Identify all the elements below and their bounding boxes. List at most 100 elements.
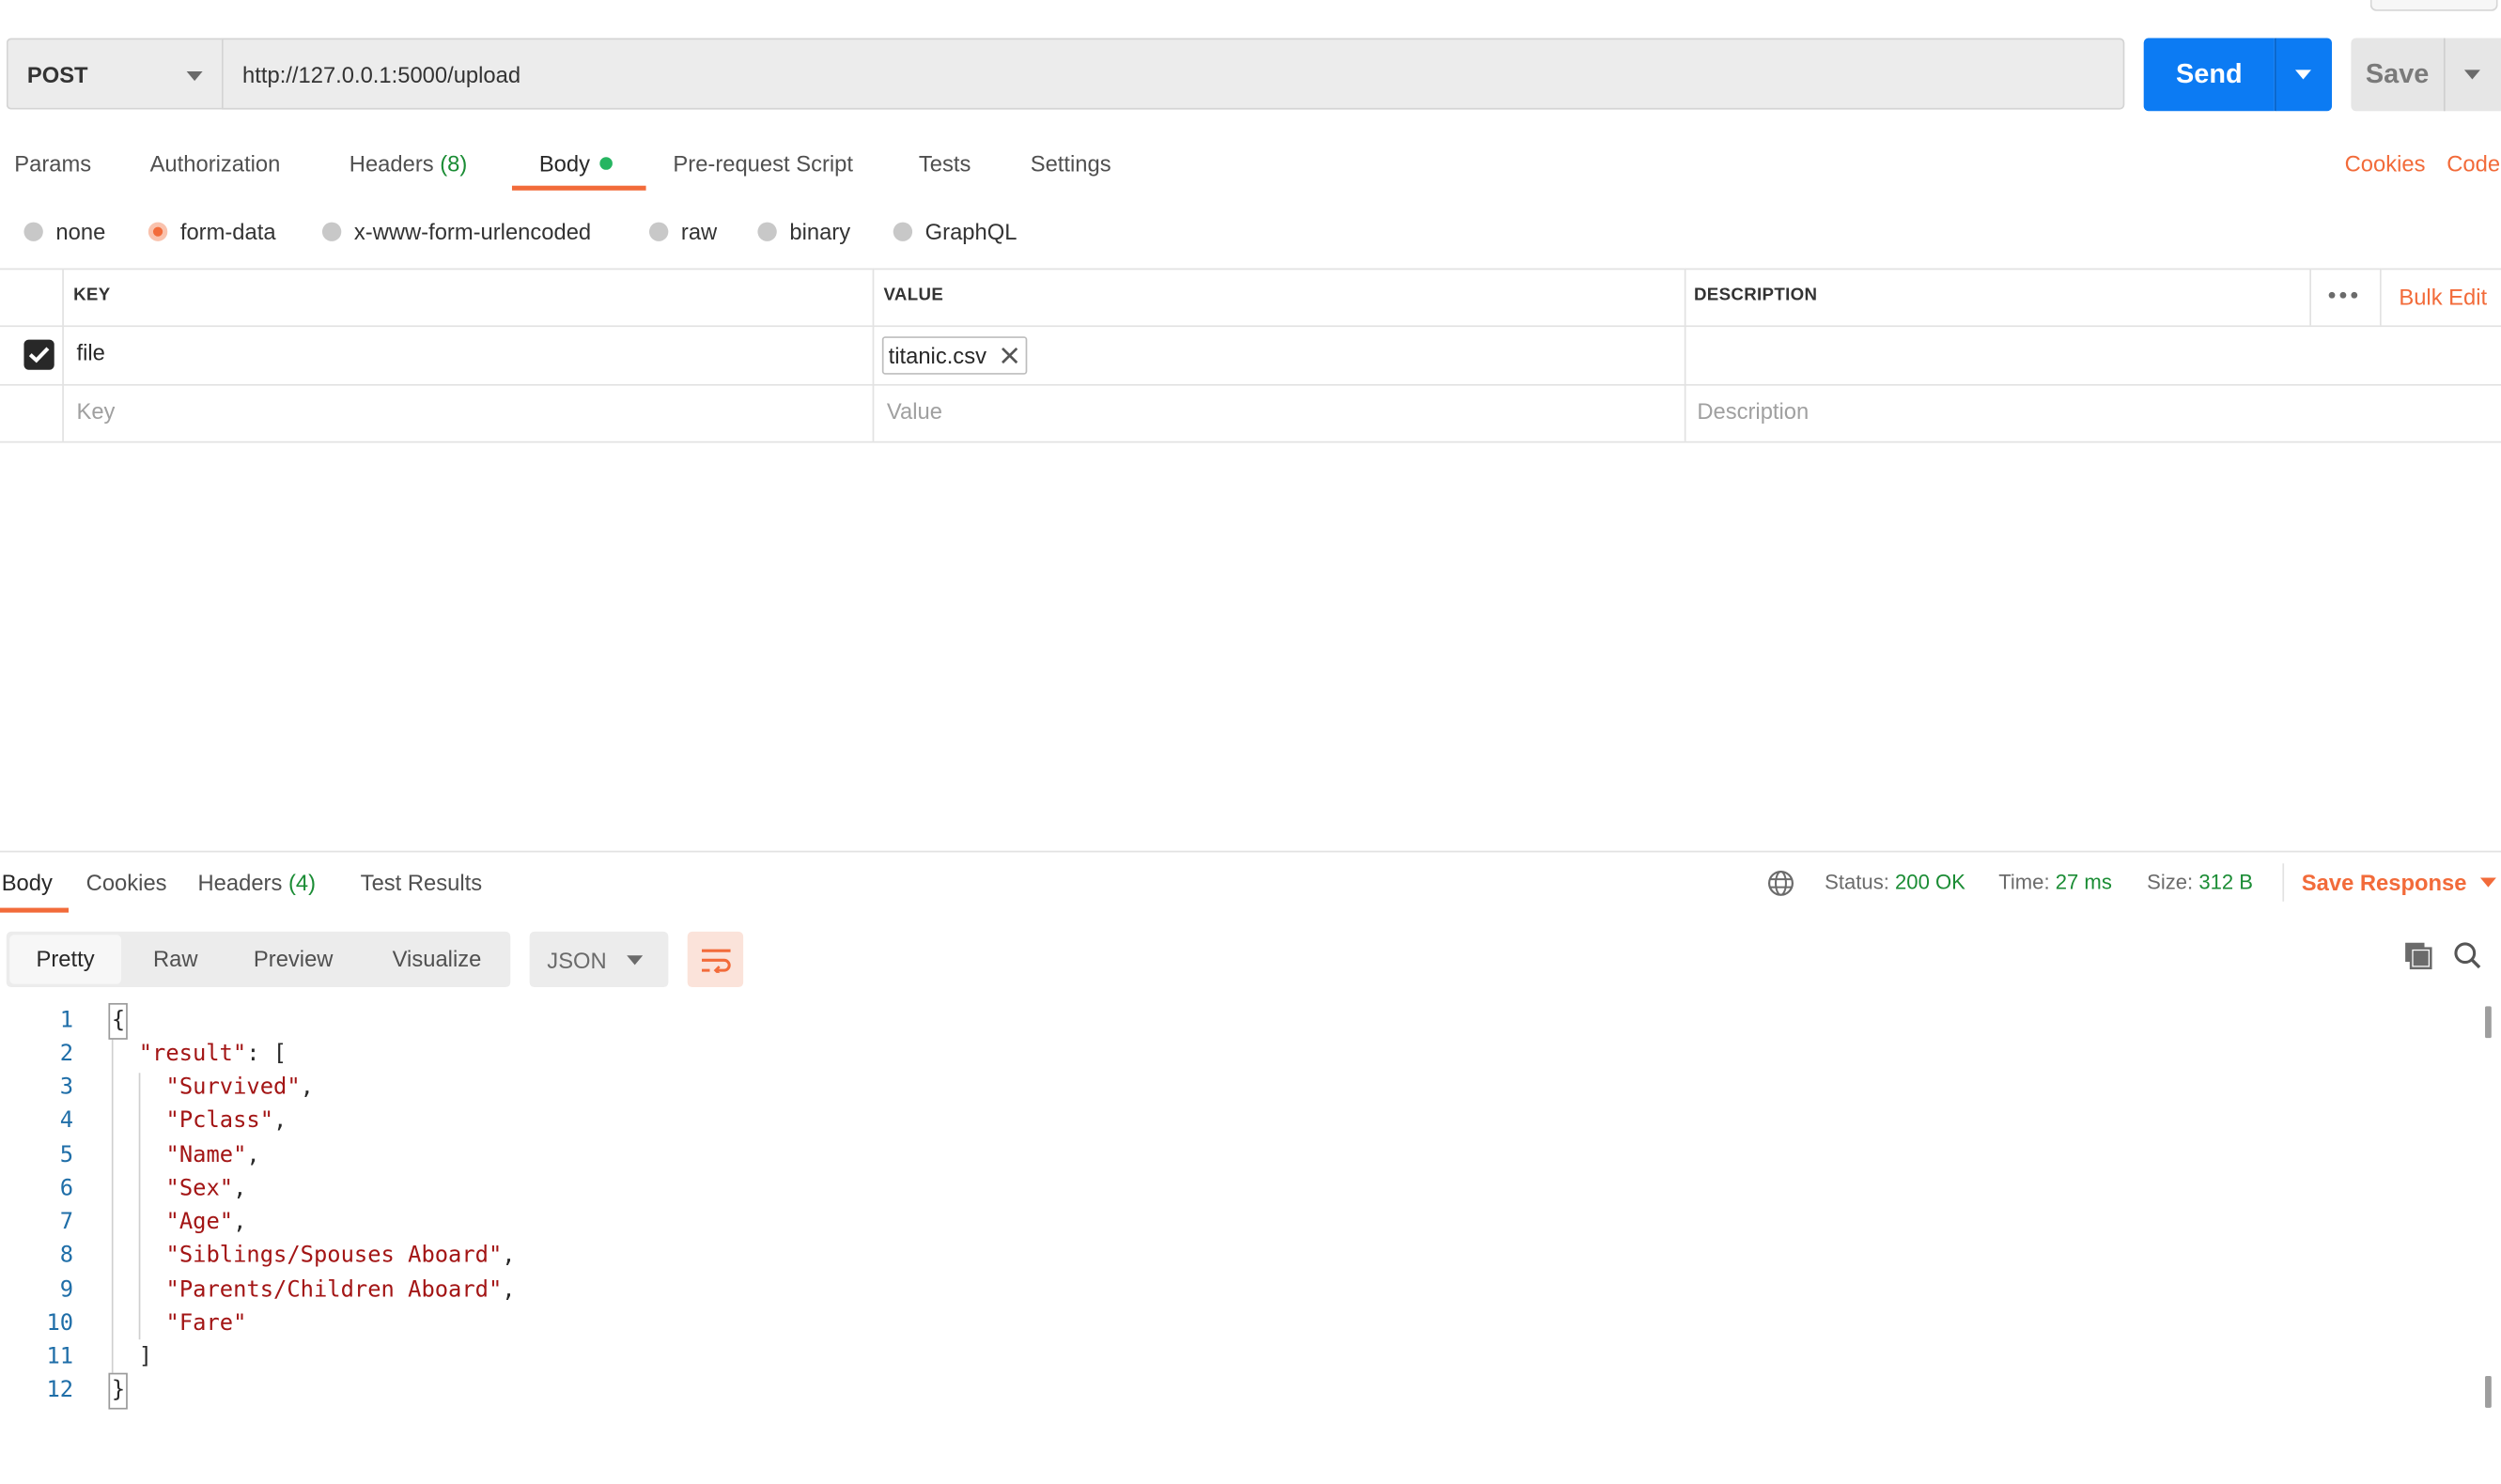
json-punctuation: : [ — [246, 1041, 287, 1067]
description-input[interactable]: Description — [1697, 398, 1809, 424]
save-options-button[interactable] — [2443, 38, 2501, 112]
send-options-button[interactable] — [2274, 38, 2333, 112]
save-button[interactable]: Save — [2351, 38, 2444, 112]
save-response-button[interactable]: Save Response — [2302, 867, 2496, 899]
chevron-down-icon — [2479, 877, 2496, 888]
code-line: ] — [138, 1344, 153, 1370]
column-header-key: KEY — [73, 286, 111, 305]
response-active-tab-indicator — [0, 907, 70, 913]
file-name: titanic.csv — [888, 342, 986, 369]
view-pretty[interactable]: Pretty — [9, 935, 122, 984]
json-string: "Age" — [165, 1209, 234, 1235]
size-readout: Size: 312 B — [2147, 867, 2253, 899]
file-chip[interactable]: titanic.csv — [881, 336, 1029, 375]
globe-icon[interactable] — [1767, 870, 1794, 897]
copy-icon[interactable] — [2403, 941, 2432, 970]
checkmark-icon — [28, 347, 50, 363]
close-icon[interactable] — [1001, 346, 1019, 364]
tab-pre-request-script[interactable]: Pre-request Script — [673, 146, 853, 180]
tab-settings-label: Settings — [1030, 150, 1111, 177]
tab-settings[interactable]: Settings — [1031, 146, 1111, 180]
response-divider — [0, 850, 2501, 853]
response-tab-body[interactable]: Body — [2, 867, 53, 899]
top-toolbar-stub — [2369, 0, 2498, 11]
method-label: POST — [26, 61, 88, 87]
bulk-edit-link[interactable]: Bulk Edit — [2399, 284, 2487, 309]
view-preview[interactable]: Preview — [254, 932, 334, 987]
row-enabled-checkbox[interactable] — [23, 339, 54, 370]
method-select[interactable]: POST — [6, 38, 222, 110]
status-label: Status: — [1825, 870, 1889, 894]
tab-headers[interactable]: Headers (8) — [350, 146, 468, 180]
line-number: 10 — [46, 1310, 74, 1337]
tab-tests[interactable]: Tests — [919, 146, 971, 180]
tab-headers-label: Headers — [349, 150, 434, 177]
response-tab-headers[interactable]: Headers (4) — [198, 867, 317, 899]
tab-body-label: Body — [538, 150, 591, 177]
code-line: "result": [ — [139, 1038, 287, 1071]
column-header-description: DESCRIPTION — [1693, 286, 1818, 305]
code-line: "Age", — [165, 1209, 247, 1235]
radio-circle-icon — [321, 222, 342, 241]
tab-pre-request-label: Pre-request Script — [673, 150, 853, 177]
line-number: 12 — [46, 1377, 74, 1403]
key-cell[interactable]: file — [76, 340, 104, 365]
json-key: "result" — [138, 1041, 247, 1067]
view-raw[interactable]: Raw — [153, 932, 198, 987]
response-tab-headers-label: Headers — [197, 870, 283, 896]
line-number: 3 — [59, 1074, 74, 1101]
scrollbar-marker[interactable] — [2485, 1376, 2492, 1408]
view-visualize[interactable]: Visualize — [393, 932, 482, 987]
radio-urlencoded[interactable]: x-www-form-urlencoded — [321, 216, 591, 248]
key-input[interactable]: Key — [76, 398, 115, 424]
radio-form-data[interactable]: form-data — [148, 216, 276, 248]
line-number: 6 — [59, 1176, 74, 1202]
column-divider — [62, 268, 64, 441]
cookies-link[interactable]: Cookies — [2345, 146, 2426, 180]
url-input[interactable]: http://127.0.0.1:5000/upload — [221, 38, 2125, 110]
search-icon[interactable] — [2453, 941, 2482, 969]
radio-none[interactable]: none — [23, 216, 105, 248]
tab-params[interactable]: Params — [14, 146, 91, 180]
radio-graphql[interactable]: GraphQL — [893, 216, 1017, 248]
line-number: 7 — [59, 1209, 74, 1235]
size-label: Size: — [2147, 870, 2194, 894]
wrap-lines-button[interactable] — [687, 931, 744, 988]
json-string: "Siblings/Spouses Aboard" — [165, 1243, 503, 1269]
response-tab-test-results[interactable]: Test Results — [361, 867, 482, 899]
column-divider — [2309, 268, 2311, 326]
radio-circle-icon — [648, 222, 669, 241]
more-options-icon[interactable] — [2328, 291, 2358, 299]
tab-body[interactable]: Body — [539, 146, 613, 180]
format-label: JSON — [547, 946, 607, 973]
tab-authorization[interactable]: Authorization — [150, 146, 281, 180]
response-tab-cookies[interactable]: Cookies — [86, 867, 167, 899]
column-header-value: VALUE — [883, 286, 944, 305]
code-link[interactable]: Code — [2447, 146, 2500, 180]
chevron-down-icon — [627, 955, 644, 966]
radio-binary[interactable]: binary — [757, 216, 850, 248]
table-border — [0, 325, 2501, 328]
code-line: "Sex", — [165, 1176, 247, 1202]
line-number: 9 — [59, 1277, 74, 1304]
line-number: 2 — [59, 1041, 74, 1067]
json-string: "Fare" — [165, 1310, 247, 1337]
send-button[interactable]: Send — [2143, 38, 2275, 112]
wrap-lines-icon — [701, 948, 730, 973]
radio-circle-icon — [893, 222, 913, 241]
code-line: "Pclass", — [165, 1107, 287, 1134]
scrollbar-marker[interactable] — [2485, 1006, 2492, 1039]
radio-circle-icon — [757, 222, 777, 241]
line-number: 11 — [46, 1344, 74, 1370]
status-readout: Status: 200 OK — [1825, 867, 1965, 899]
column-divider — [2379, 268, 2382, 326]
response-headers-count: (4) — [287, 870, 317, 896]
json-string: "Parents/Children Aboard" — [165, 1277, 503, 1304]
line-number: 8 — [59, 1243, 74, 1269]
json-string: "Pclass" — [165, 1107, 274, 1134]
tab-tests-label: Tests — [918, 150, 971, 177]
radio-raw[interactable]: raw — [648, 216, 717, 248]
code-line: "Siblings/Spouses Aboard", — [165, 1243, 516, 1269]
value-input[interactable]: Value — [887, 398, 942, 424]
format-select[interactable]: JSON — [529, 931, 669, 988]
